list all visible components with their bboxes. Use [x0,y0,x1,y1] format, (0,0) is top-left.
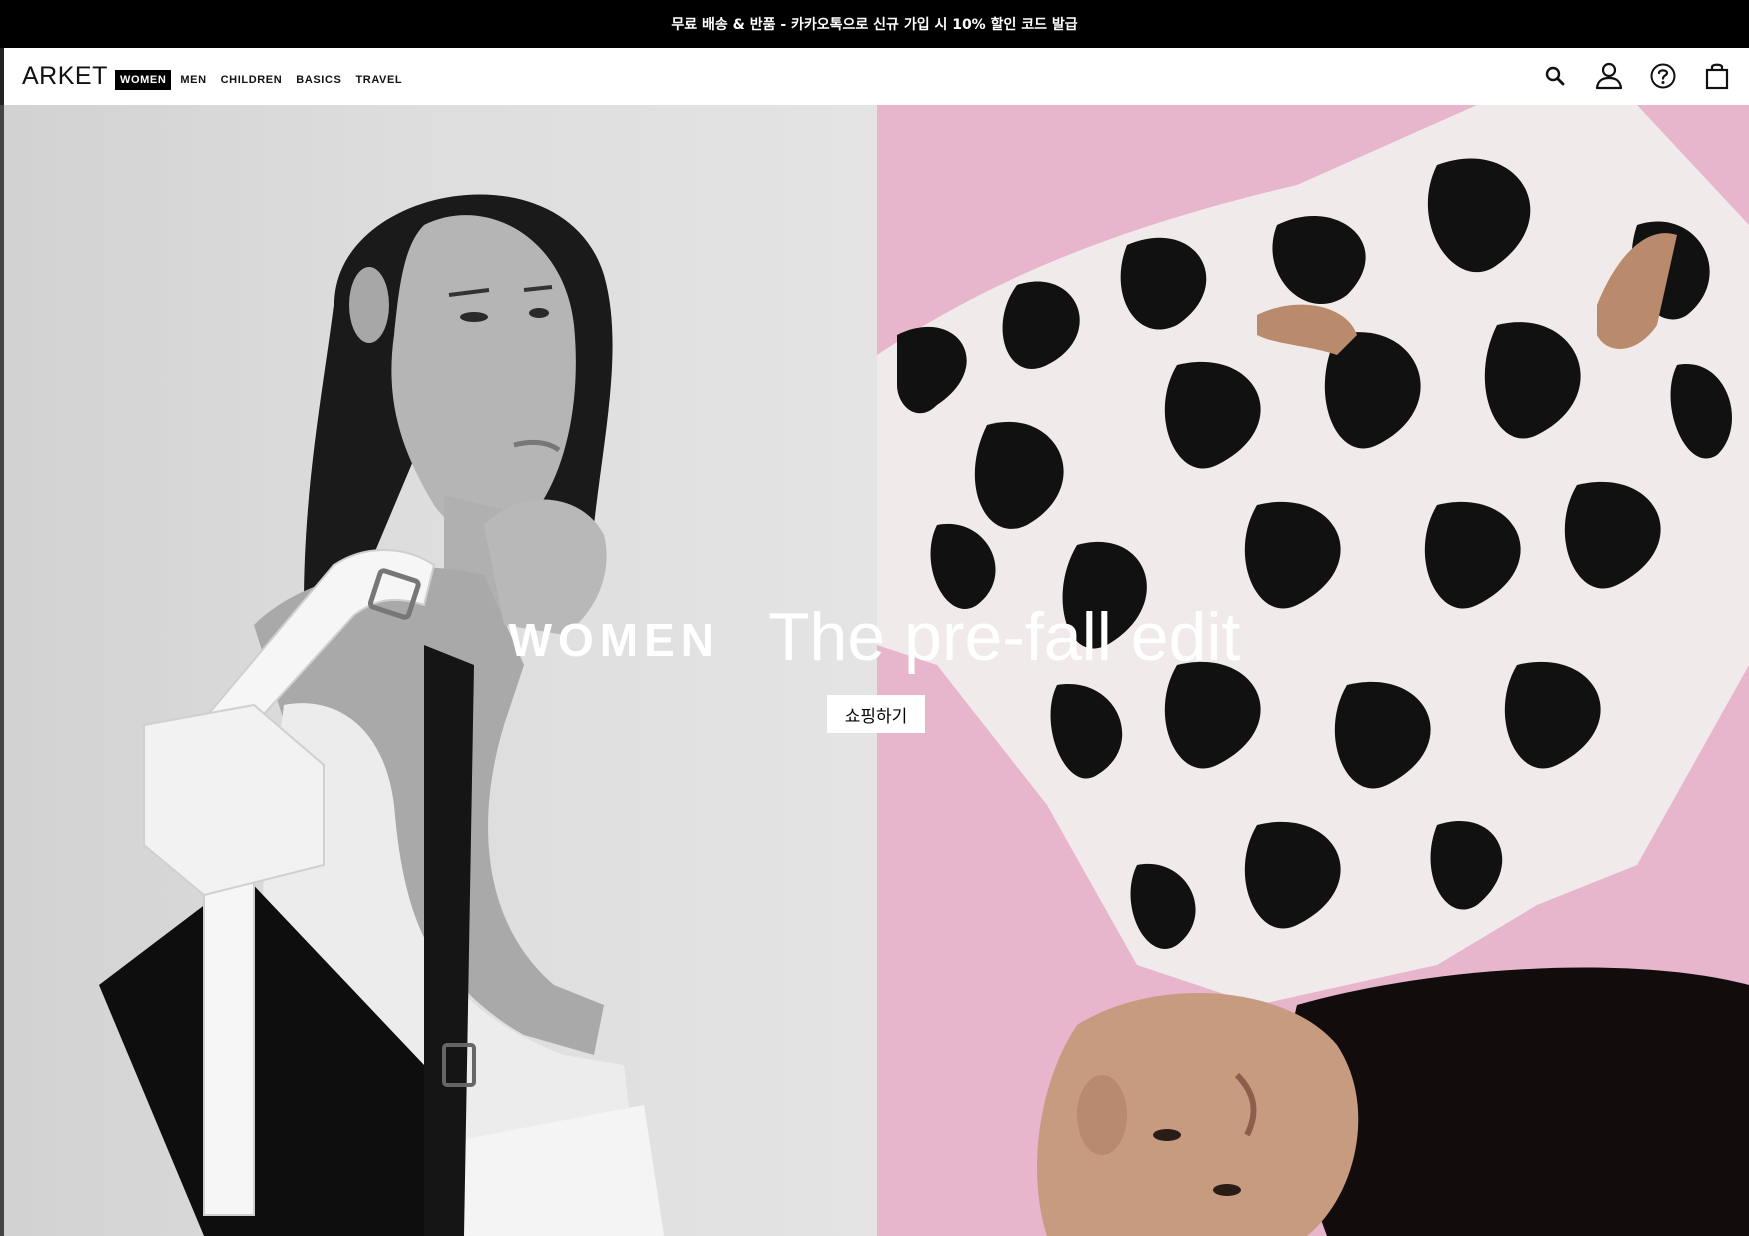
nav-item-basics[interactable]: BASICS [291,70,346,90]
model-in-zebra-print-illustration [877,105,1749,1236]
model-with-white-bag-illustration [99,194,664,1236]
nav-item-travel[interactable]: TRAVEL [350,70,407,90]
account-icon[interactable] [1591,58,1627,94]
hero-banner[interactable]: WOMEN The pre-fall edit 쇼핑하기 [0,105,1749,1236]
nav-item-women[interactable]: WOMEN [115,70,172,90]
nav-item-men[interactable]: MEN [175,70,211,90]
shop-now-button[interactable]: 쇼핑하기 [827,695,925,733]
main-nav: WOMEN MEN CHILDREN BASICS TRAVEL [115,70,407,90]
nav-item-children[interactable]: CHILDREN [216,70,288,90]
bag-icon[interactable] [1699,58,1735,94]
right-hero-image[interactable] [877,105,1749,1236]
site-header: ARKET WOMEN MEN CHILDREN BASICS TRAVEL [0,48,1749,105]
promo-bar[interactable]: 무료 배송 & 반품 - 카카오톡으로 신규 가입 시 10% 할인 코드 발급 [0,0,1749,48]
header-icons [1537,58,1735,94]
promo-text: 무료 배송 & 반품 - 카카오톡으로 신규 가입 시 10% 할인 코드 발급 [671,17,1078,33]
left-hero-image[interactable] [4,105,877,1236]
search-icon[interactable] [1537,58,1573,94]
help-icon[interactable] [1645,58,1681,94]
brand-logo[interactable]: ARKET [22,62,108,91]
